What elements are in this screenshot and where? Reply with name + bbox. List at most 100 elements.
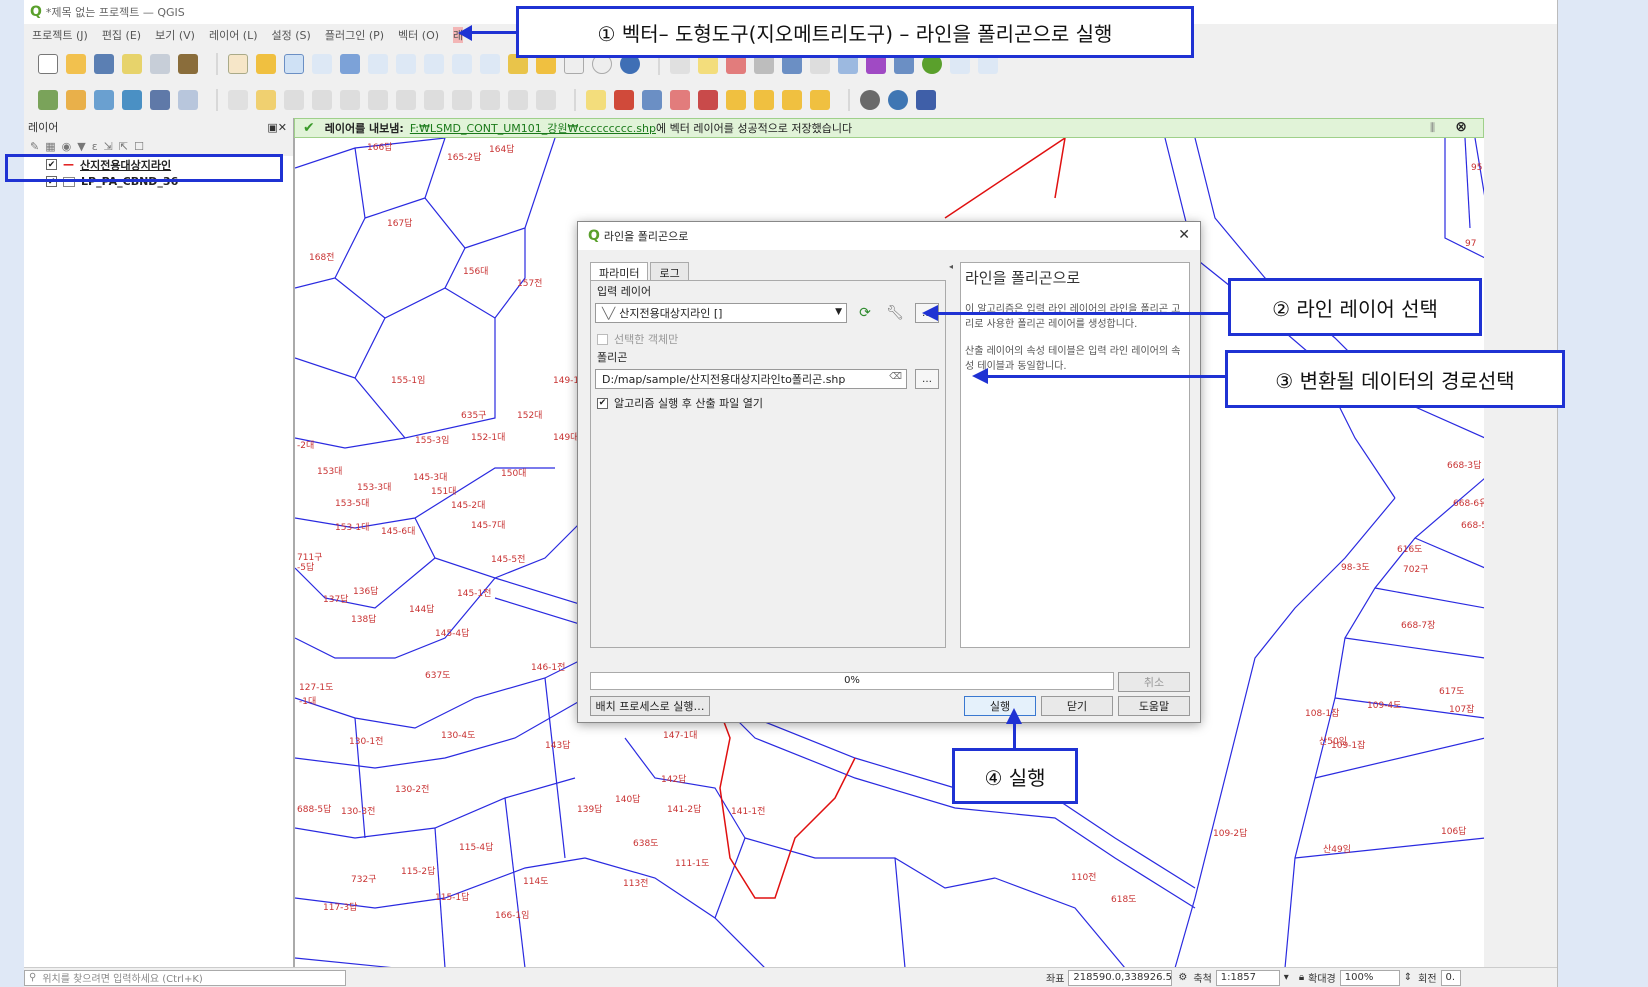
- selected-only-checkbox[interactable]: [597, 333, 608, 345]
- visibility-icon[interactable]: ◉: [62, 140, 72, 153]
- message-link[interactable]: F:₩LSMD_CONT_UM101_강원₩ccccccccc.shp: [410, 120, 656, 136]
- collapse-icon[interactable]: ⇱: [119, 140, 128, 153]
- batch-process-button[interactable]: 배치 프로세스로 실행…: [590, 696, 710, 716]
- menu-plugins[interactable]: 플러그인 (P): [325, 27, 384, 43]
- redo-icon[interactable]: [536, 90, 556, 110]
- style-manager-icon[interactable]: [178, 54, 198, 74]
- zoom-layer-icon[interactable]: [396, 54, 416, 74]
- layout-manager-icon[interactable]: [150, 54, 170, 74]
- save-project-icon[interactable]: [94, 54, 114, 74]
- delete-selected-icon[interactable]: [396, 90, 416, 110]
- lock-icon[interactable]: 🔒︎: [1299, 972, 1304, 983]
- diagram-icon[interactable]: [614, 90, 634, 110]
- rotate-label-icon[interactable]: [726, 90, 746, 110]
- menu-settings[interactable]: 설정 (S): [272, 27, 311, 43]
- locator-search[interactable]: ⚲ 위치를 찾으려면 입력하세요 (Ctrl+K): [24, 969, 346, 986]
- remove-layer-icon[interactable]: ☐: [134, 140, 144, 153]
- save-edits-icon[interactable]: [284, 90, 304, 110]
- zoom-full-icon[interactable]: [340, 54, 360, 74]
- paste-icon[interactable]: [480, 90, 500, 110]
- new-layout-icon[interactable]: [122, 54, 142, 74]
- selected-only-label: 선택한 객체만: [614, 333, 679, 346]
- cut-icon[interactable]: [424, 90, 444, 110]
- message-expand-icon[interactable]: ⫼: [1430, 121, 1435, 135]
- pin-label-icon[interactable]: [642, 90, 662, 110]
- output-browse-button[interactable]: …: [915, 369, 939, 389]
- open-output-checkbox[interactable]: ✔: [597, 397, 608, 409]
- collapse-help-icon[interactable]: ◂: [949, 262, 953, 271]
- expression-filter-icon[interactable]: ε: [92, 140, 98, 153]
- zoom-next-icon[interactable]: [480, 54, 500, 74]
- zoom-native-icon[interactable]: [424, 54, 444, 74]
- change-label-icon[interactable]: [754, 90, 774, 110]
- label-props-icon[interactable]: [782, 90, 802, 110]
- python-icon[interactable]: [888, 90, 908, 110]
- zoom-out-icon[interactable]: [312, 54, 332, 74]
- vertex-edit-icon[interactable]: [368, 90, 388, 110]
- parcel-label: 143답: [545, 739, 570, 751]
- selected-only-row[interactable]: 선택한 객체만: [597, 331, 678, 347]
- new-project-icon[interactable]: [38, 54, 58, 74]
- close-icon[interactable]: ✕: [1178, 227, 1190, 243]
- add-layer-icon[interactable]: [150, 90, 170, 110]
- move-feature-icon[interactable]: [340, 90, 360, 110]
- scale-field[interactable]: 1:1857: [1215, 969, 1280, 986]
- parcel-label: 106답: [1441, 825, 1466, 837]
- add-feature-icon[interactable]: [312, 90, 332, 110]
- zoom-in-icon[interactable]: [284, 54, 304, 74]
- message-close-icon[interactable]: ⊗: [1455, 119, 1467, 135]
- filter-icon[interactable]: ▼: [77, 140, 85, 153]
- input-layer-combo[interactable]: ╲╱ 산지전용대상지라인 [] ▼: [595, 303, 847, 323]
- pan-to-selection-icon[interactable]: [256, 54, 276, 74]
- panel-float-close-icon[interactable]: ▣✕: [267, 121, 287, 134]
- status-bar: ⚲ 위치를 찾으려면 입력하세요 (Ctrl+K) 좌표 218590.0,33…: [24, 967, 1557, 987]
- parcel-label: 108-1잡: [1305, 707, 1339, 719]
- help-button[interactable]: 도움말: [1118, 696, 1190, 716]
- parcel-label: 635구: [461, 410, 486, 421]
- expand-icon[interactable]: ⇲: [104, 140, 113, 153]
- vertex-tool-icon[interactable]: [94, 90, 114, 110]
- zoom-selection-icon[interactable]: [368, 54, 388, 74]
- scale-dropdown-icon[interactable]: ▾: [1284, 972, 1289, 983]
- parcel-label: 150대: [501, 468, 526, 479]
- menu-edit[interactable]: 편집 (E): [102, 27, 141, 43]
- digitize-icon[interactable]: [122, 90, 142, 110]
- magnifier-spin-icon[interactable]: ⇕: [1404, 972, 1412, 983]
- iterate-icon[interactable]: ⟳: [853, 303, 877, 323]
- menu-vector[interactable]: 벡터 (O): [398, 27, 439, 43]
- parcel-label: 149-1: [553, 376, 579, 386]
- copy-icon[interactable]: [452, 90, 472, 110]
- label-icon[interactable]: [586, 90, 606, 110]
- add-group-icon[interactable]: ▦: [45, 140, 55, 153]
- run-button[interactable]: 실행: [964, 696, 1036, 716]
- clear-field-icon[interactable]: ⌫: [889, 372, 902, 382]
- close-button[interactable]: 닫기: [1041, 696, 1113, 716]
- help-panel: 라인을 폴리곤으로 이 알고리즘은 입력 라인 레이어의 라인을 폴리곤 고리로…: [960, 262, 1190, 648]
- move-label-icon[interactable]: [698, 90, 718, 110]
- pan-icon[interactable]: [228, 54, 248, 74]
- menu-project[interactable]: 프로젝트 (J): [32, 27, 88, 43]
- open-output-row[interactable]: ✔ 알고리즘 실행 후 산출 파일 열기: [597, 395, 763, 411]
- menu-layer[interactable]: 레이어 (L): [209, 27, 258, 43]
- style-icon[interactable]: ✎: [30, 140, 39, 153]
- menu-view[interactable]: 보기 (V): [155, 27, 195, 43]
- cancel-button[interactable]: 취소: [1118, 672, 1190, 692]
- new-geopackage-icon[interactable]: [66, 90, 86, 110]
- layer-properties-icon[interactable]: [178, 90, 198, 110]
- processing-icon[interactable]: [860, 90, 880, 110]
- edit-pencil-icon[interactable]: [256, 90, 276, 110]
- undo-icon[interactable]: [508, 90, 528, 110]
- wrench-icon[interactable]: 🔧︎: [883, 303, 907, 323]
- label-tool-icon[interactable]: [810, 90, 830, 110]
- output-path-field[interactable]: D:/map/sample/산지전용대상지라인to폴리곤.shp ⌫: [595, 369, 907, 389]
- help-icon[interactable]: [916, 90, 936, 110]
- rotation-field[interactable]: 0.: [1440, 969, 1461, 986]
- open-project-icon[interactable]: [66, 54, 86, 74]
- magnifier-field[interactable]: 100%: [1339, 969, 1400, 986]
- data-source-manager-icon[interactable]: [38, 90, 58, 110]
- extents-icon[interactable]: ⚙: [1178, 972, 1187, 983]
- zoom-last-icon[interactable]: [452, 54, 472, 74]
- coord-field[interactable]: 218590.0,338926.5: [1068, 969, 1173, 986]
- toggle-editing-icon[interactable]: [228, 90, 248, 110]
- show-hide-label-icon[interactable]: [670, 90, 690, 110]
